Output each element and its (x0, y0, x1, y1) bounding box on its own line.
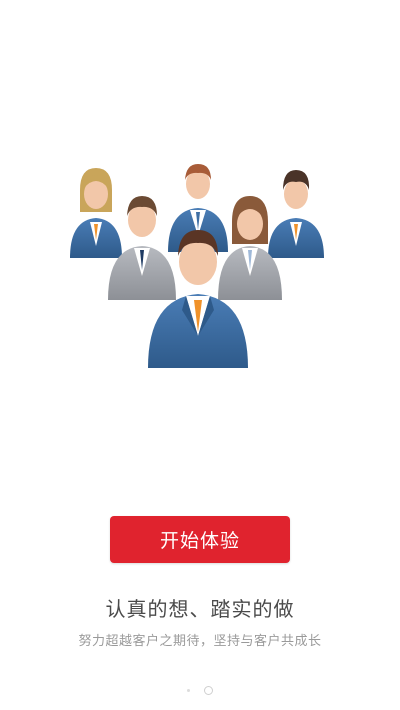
person-back-right (268, 170, 324, 258)
start-experience-button[interactable]: 开始体验 (110, 516, 290, 563)
slogan-text: 认真的想、踏实的做 (105, 597, 295, 621)
business-team-icon (70, 164, 324, 368)
page-indicator (0, 686, 400, 695)
page-dot-1[interactable] (187, 689, 190, 692)
person-back-left (70, 168, 122, 258)
page-dot-2[interactable] (204, 686, 213, 695)
subtitle-text: 努力超越客户之期待，坚持与客户共成长 (78, 634, 322, 649)
